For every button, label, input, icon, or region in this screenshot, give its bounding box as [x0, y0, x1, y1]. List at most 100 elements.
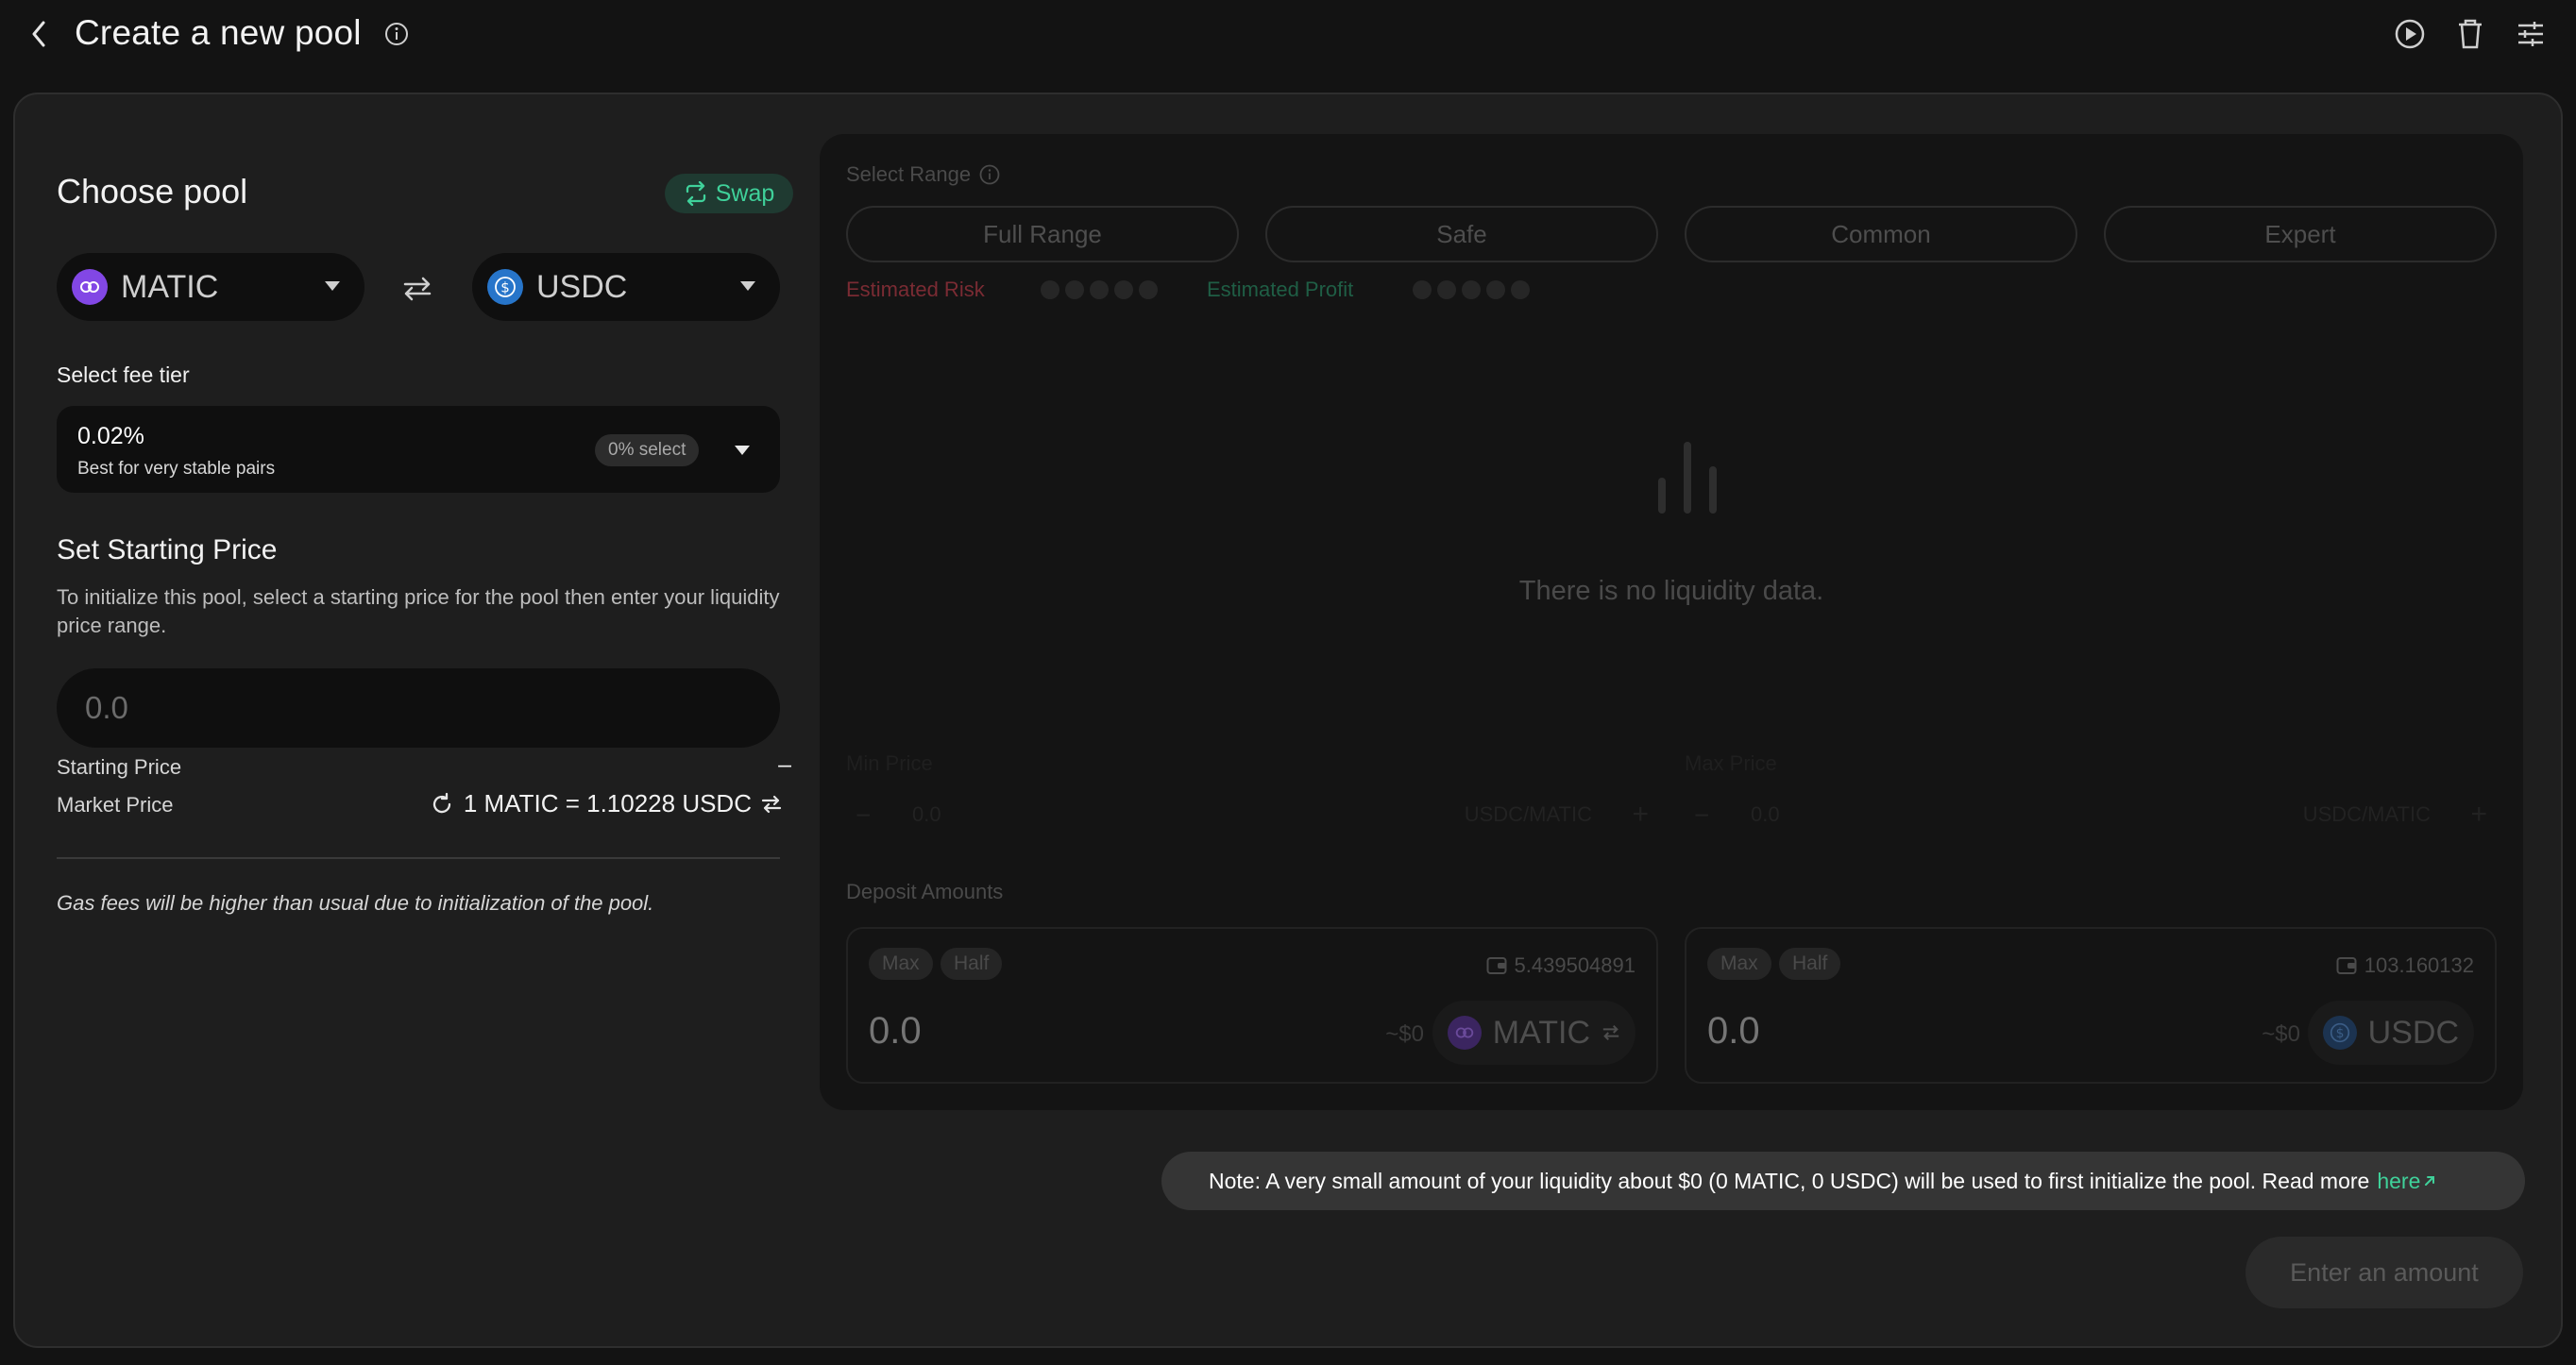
deposit-b-token[interactable]: $ USDC: [2307, 1001, 2474, 1065]
deposit-box-a: Max Half 5.439504891 ~$0 MATIC: [846, 927, 1658, 1084]
deposit-amounts-label: Deposit Amounts: [846, 880, 1004, 903]
fee-tier-description: Best for very stable pairs: [77, 459, 276, 479]
token-b-select[interactable]: $ USDC: [472, 253, 780, 321]
range-safe-button[interactable]: Safe: [1265, 206, 1658, 262]
plus-icon[interactable]: +: [2470, 799, 2487, 831]
swap-label: Swap: [715, 179, 775, 207]
read-more-link[interactable]: here: [2377, 1169, 2437, 1194]
gas-fee-note: Gas fees will be higher than usual due t…: [57, 891, 654, 915]
token-a-symbol: MATIC: [121, 268, 219, 305]
range-full-button[interactable]: Full Range: [846, 206, 1239, 262]
profit-dot: [1413, 280, 1432, 299]
balance-b: 103.160132: [2336, 953, 2474, 978]
range-panel: Select Range Full Range Safe Common Expe…: [820, 134, 2523, 1110]
deposit-a-input[interactable]: [869, 1010, 1209, 1053]
half-button[interactable]: Half: [1779, 948, 1841, 980]
market-price: 1 MATIC = 1.10228 USDC: [430, 789, 782, 818]
page-title: Create a new pool: [75, 13, 362, 52]
profit-dot: [1437, 280, 1456, 299]
deposit-b-usd: ~$0: [2262, 1021, 2300, 1047]
deposit-a-symbol: MATIC: [1492, 1014, 1590, 1051]
svg-text:$: $: [2335, 1026, 2344, 1041]
info-icon[interactable]: [383, 21, 410, 47]
min-price-value[interactable]: 0.0: [912, 802, 941, 827]
external-link-icon: [2425, 1175, 2435, 1186]
fee-tier-select[interactable]: 0.02% Best for very stable pairs 0% sele…: [57, 406, 780, 493]
range-common-button[interactable]: Common: [1685, 206, 2077, 262]
top-bar: Create a new pool: [0, 0, 2576, 68]
balance-a: 5.439504891: [1486, 953, 1635, 978]
max-price-unit: USDC/MATIC: [2302, 802, 2431, 826]
select-range-label: Select Range: [846, 162, 1001, 187]
minus-icon[interactable]: −: [856, 800, 871, 831]
main-card: Choose pool Swap MATIC $ USDC Select fee…: [13, 93, 2563, 1348]
min-price-label: Min Price: [846, 751, 933, 775]
initialization-note: Note: A very small amount of your liquid…: [1161, 1152, 2525, 1210]
swap-cycle-icon: [686, 181, 705, 206]
settings-button[interactable]: [2514, 17, 2548, 51]
switch-tokens-button[interactable]: [398, 272, 436, 306]
deposit-b-input[interactable]: [1707, 1010, 2047, 1053]
starting-price-input[interactable]: [57, 668, 780, 748]
estimated-risk-label: Estimated Risk: [846, 278, 985, 301]
risk-dot: [1065, 280, 1084, 299]
note-text: Note: A very small amount of your liquid…: [1209, 1168, 2370, 1193]
play-button[interactable]: [2393, 17, 2427, 51]
estimated-profit-label: Estimated Profit: [1207, 278, 1354, 301]
sliders-icon: [2518, 22, 2543, 46]
trash-icon: [2459, 19, 2482, 49]
risk-dot: [1114, 280, 1133, 299]
delete-button[interactable]: [2453, 17, 2487, 51]
info-icon[interactable]: [978, 163, 1001, 186]
max-button[interactable]: Max: [869, 948, 933, 980]
token-a-select[interactable]: MATIC: [57, 253, 364, 321]
matic-logo-icon: [1447, 1016, 1482, 1050]
swap-arrows-icon: [403, 277, 432, 301]
risk-dot: [1139, 280, 1158, 299]
starting-price-value: –: [778, 751, 791, 778]
chevron-left-icon: [32, 21, 45, 47]
deposit-box-b: Max Half 103.160132 ~$0 $ USDC: [1685, 927, 2497, 1084]
fee-tier-value: 0.02%: [77, 423, 144, 449]
usdc-logo-icon: $: [2322, 1016, 2357, 1050]
swap-button[interactable]: Swap: [665, 174, 793, 213]
caret-down-icon: [735, 446, 750, 455]
min-price-row: − 0.0 USDC/MATIC +: [846, 797, 1658, 834]
deposit-a-token[interactable]: MATIC: [1432, 1001, 1635, 1065]
balance-b-value: 103.160132: [2364, 953, 2474, 977]
starting-price-label: Starting Price: [57, 755, 182, 779]
plus-icon[interactable]: +: [1632, 799, 1649, 831]
matic-logo-icon: [72, 269, 108, 305]
starting-price-description: To initialize this pool, select a starti…: [57, 585, 780, 637]
wallet-icon: [1486, 957, 1507, 974]
deposit-b-symbol: USDC: [2367, 1014, 2459, 1051]
market-price-label: Market Price: [57, 793, 174, 817]
bar-chart-icon: [1658, 442, 1717, 514]
min-price-unit: USDC/MATIC: [1464, 802, 1592, 826]
usdc-logo-icon: $: [487, 269, 523, 305]
minus-icon[interactable]: −: [1694, 800, 1709, 831]
balance-a-value: 5.439504891: [1514, 953, 1635, 977]
half-button[interactable]: Half: [941, 948, 1003, 980]
deposit-a-usd: ~$0: [1385, 1021, 1424, 1047]
max-button[interactable]: Max: [1707, 948, 1771, 980]
profit-dot: [1511, 280, 1530, 299]
risk-dot: [1041, 280, 1059, 299]
swap-arrows-icon: [1602, 1025, 1619, 1040]
back-button[interactable]: [25, 17, 53, 51]
refresh-icon[interactable]: [430, 792, 454, 817]
profit-dots: [1413, 280, 1530, 299]
range-expert-button[interactable]: Expert: [2104, 206, 2497, 262]
divider: [57, 857, 780, 859]
starting-price-title: Set Starting Price: [57, 534, 278, 565]
fee-tier-label: Select fee tier: [57, 362, 190, 387]
svg-text:$: $: [500, 279, 510, 296]
read-more-label: here: [2377, 1168, 2421, 1193]
wallet-icon: [2336, 957, 2357, 974]
invert-price-icon[interactable]: [761, 794, 782, 815]
max-price-value[interactable]: 0.0: [1751, 802, 1780, 827]
risk-dots: [1041, 280, 1158, 299]
max-price-row: − 0.0 USDC/MATIC +: [1685, 797, 2497, 834]
enter-amount-button[interactable]: Enter an amount: [2246, 1237, 2523, 1308]
select-range-text: Select Range: [846, 162, 972, 186]
